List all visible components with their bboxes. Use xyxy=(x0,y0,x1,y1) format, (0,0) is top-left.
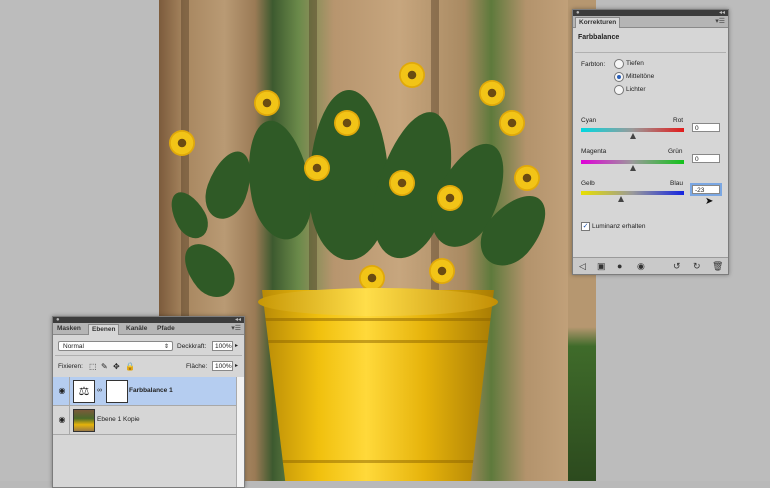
tab-pfade[interactable]: Pfade xyxy=(154,324,178,334)
view-previous-state-icon[interactable]: ◉ xyxy=(637,261,645,271)
gruen-label: Grün xyxy=(668,148,683,155)
flower xyxy=(389,170,415,196)
divider xyxy=(55,355,242,356)
opacity-label: Deckkraft: xyxy=(177,343,207,350)
flower xyxy=(334,110,360,136)
flower xyxy=(437,185,463,211)
flower xyxy=(304,155,330,181)
layer-row-farbbalance[interactable]: ◉ ⚖ ∞ Farbbalance 1 xyxy=(53,377,244,406)
radio-mitteltoene-label: Mitteltöne xyxy=(626,73,655,80)
farbton-label: Farbton: xyxy=(581,61,606,68)
magenta-gruen-value-field[interactable]: 0 xyxy=(692,154,720,163)
layers-scrollbar[interactable] xyxy=(236,377,244,487)
gelb-blau-slider-knob[interactable] xyxy=(617,196,624,202)
adjustments-panel[interactable]: ● ◂◂ Korrekturen ▾☰ Farbbalance Farbton:… xyxy=(572,9,729,275)
layer-mask-thumbnail[interactable] xyxy=(106,380,128,403)
radio-mitteltoene[interactable] xyxy=(614,72,624,82)
flower xyxy=(479,80,505,106)
flower xyxy=(429,258,455,284)
tab-kanaele[interactable]: Kanäle xyxy=(123,324,150,334)
layer-name: Ebene 1 Kopie xyxy=(97,416,140,423)
lock-pixels-icon[interactable]: ✎ xyxy=(101,362,108,371)
plant-leaf xyxy=(239,115,319,245)
balance-adjustment-icon: ⚖ xyxy=(73,380,95,403)
blau-label: Blau xyxy=(670,180,684,187)
flower-pot-rim xyxy=(258,288,498,316)
rot-label: Rot xyxy=(673,117,684,124)
lock-transparency-icon[interactable]: ⬚ xyxy=(89,362,97,371)
layer-name: Farbbalance 1 xyxy=(129,387,173,394)
flower xyxy=(254,90,280,116)
luminanz-checkbox[interactable]: ✓ xyxy=(581,222,590,231)
gelb-blau-slider-track[interactable] xyxy=(581,191,684,202)
fill-field[interactable]: 100% xyxy=(212,361,233,371)
flower xyxy=(499,110,525,136)
flower-pot xyxy=(262,290,494,481)
magenta-label: Magenta xyxy=(581,148,607,155)
link-chain-icon[interactable]: ∞ xyxy=(97,387,102,394)
panel-tabbar: Korrekturen ▾☰ xyxy=(573,16,728,28)
tab-korrekturen[interactable]: Korrekturen xyxy=(575,17,621,28)
cyan-rot-slider-knob[interactable] xyxy=(629,133,636,139)
adjustment-title: Farbbalance xyxy=(578,34,620,41)
select-arrow-icon: ⇕ xyxy=(163,344,169,350)
layer-row-ebene-kopie[interactable]: ◉ Ebene 1 Kopie xyxy=(53,406,244,435)
fill-dropdown-icon[interactable]: ▸ xyxy=(235,362,238,369)
luminanz-label: Luminanz erhalten xyxy=(592,223,646,230)
panel-tabbar: Masken Ebenen Kanäle Pfade ▾☰ xyxy=(53,323,244,335)
flower xyxy=(514,165,540,191)
lock-label: Fixieren: xyxy=(58,363,83,370)
panel-menu-icon[interactable]: ▾☰ xyxy=(715,17,725,25)
lock-all-icon[interactable]: 🔒 xyxy=(125,362,135,371)
divider xyxy=(575,52,726,53)
eye-icon[interactable]: ◉ xyxy=(55,377,70,405)
radio-tiefen-label: Tiefen xyxy=(626,60,644,67)
flower xyxy=(169,130,195,156)
lock-position-icon[interactable]: ✥ xyxy=(113,362,120,371)
layer-thumbnail[interactable] xyxy=(73,409,95,432)
tab-ebenen[interactable]: Ebenen xyxy=(88,324,120,335)
refresh-icon[interactable]: ↻ xyxy=(693,261,701,271)
radio-lichter-label: Lichter xyxy=(626,86,646,93)
cyan-label: Cyan xyxy=(581,117,597,124)
gelb-label: Gelb xyxy=(581,180,595,187)
layers-panel[interactable]: ● ◂◂ Masken Ebenen Kanäle Pfade ▾☰ Norma… xyxy=(52,316,245,488)
blend-mode-value: Normal xyxy=(63,343,84,350)
magenta-gruen-slider-track[interactable] xyxy=(581,160,684,171)
tab-masken[interactable]: Masken xyxy=(54,324,84,334)
layer-visibility-icon[interactable]: ● xyxy=(617,261,622,271)
magenta-gruen-slider-knob[interactable] xyxy=(629,165,636,171)
fill-label: Fläche: xyxy=(186,363,208,370)
clip-to-layer-icon[interactable]: ▣ xyxy=(597,261,606,271)
eye-icon[interactable]: ◉ xyxy=(55,406,70,434)
radio-lichter[interactable] xyxy=(614,85,624,95)
blend-mode-select[interactable]: Normal ⇕ xyxy=(58,341,173,351)
opacity-dropdown-icon[interactable]: ▸ xyxy=(235,342,238,349)
panel-footer: ◁ ▣ ● ◉ ↺ ↻ 🗑 xyxy=(573,257,728,274)
back-arrow-icon[interactable]: ◁ xyxy=(579,261,586,271)
reset-icon[interactable]: ↺ xyxy=(673,261,681,271)
gelb-blau-value-field[interactable]: -23 xyxy=(690,183,722,196)
mouse-cursor-icon: ➤ xyxy=(705,196,714,207)
flower xyxy=(399,62,425,88)
trash-icon[interactable]: 🗑 xyxy=(712,261,723,271)
panel-menu-icon[interactable]: ▾☰ xyxy=(231,324,241,332)
radio-tiefen[interactable] xyxy=(614,59,624,69)
cyan-rot-value-field[interactable]: 0 xyxy=(692,123,720,132)
cyan-rot-slider-track[interactable] xyxy=(581,128,684,139)
opacity-field[interactable]: 100% xyxy=(212,341,233,351)
